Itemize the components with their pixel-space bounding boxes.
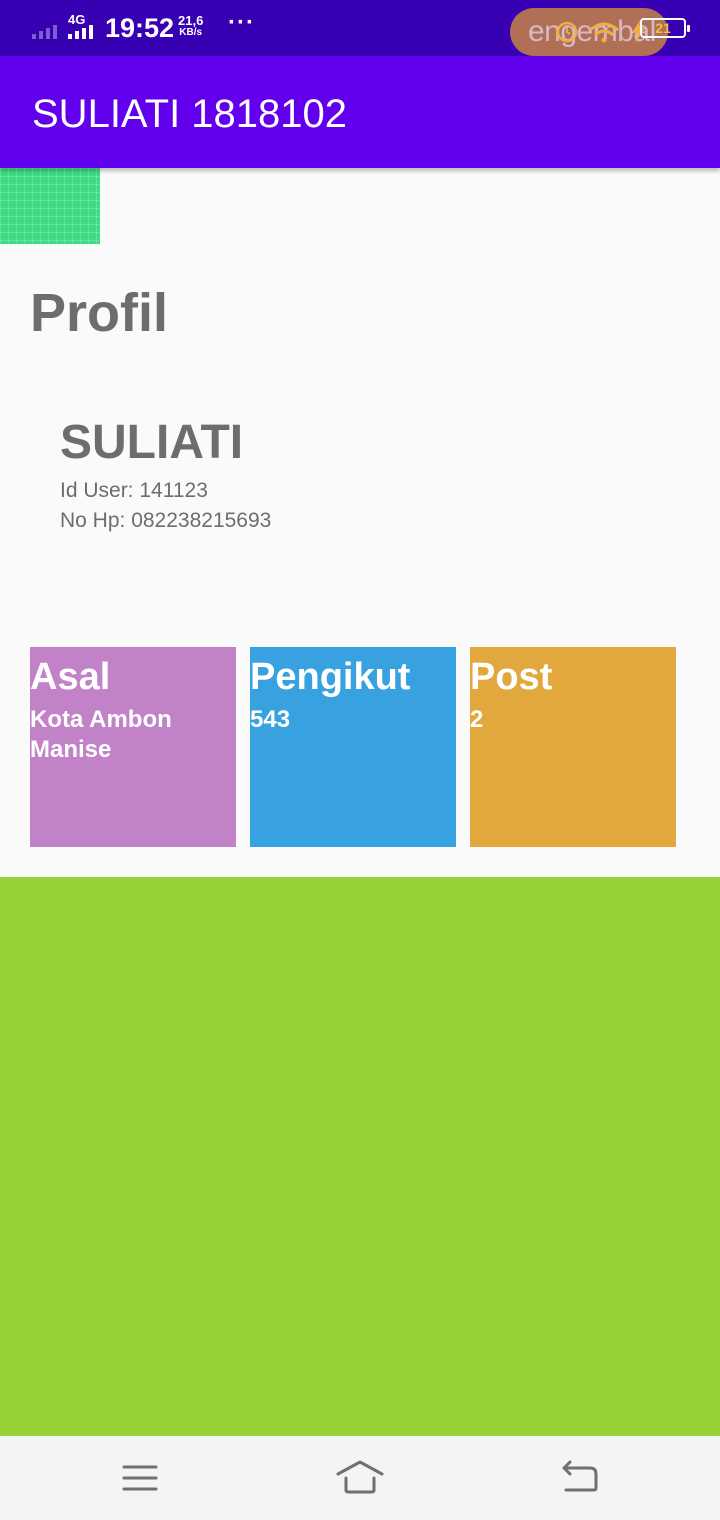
speed-value: 21,6 <box>178 13 204 28</box>
back-icon[interactable] <box>556 1456 604 1500</box>
tile-post: Post 2 <box>470 647 676 847</box>
page-title: Profil <box>30 283 169 343</box>
tile-value: 543 <box>250 706 291 733</box>
tile-title: Post <box>470 656 553 698</box>
app-title: SULIATI 1818102 <box>32 92 348 136</box>
tile-pengikut: Pengikut 543 <box>250 647 456 847</box>
tile-value: Kota Ambon Manise <box>30 706 172 763</box>
tile-title: Asal <box>30 656 111 698</box>
user-id-text: Id User: 141123 <box>60 479 208 502</box>
app-bar: SULIATI 1818102 <box>0 56 720 168</box>
network-speed: 21,6 KB/s <box>178 14 203 39</box>
home-icon[interactable] <box>336 1456 384 1500</box>
signal-icon: 4G <box>32 14 93 39</box>
speed-unit: KB/s <box>179 27 203 38</box>
tile-title: Pengikut <box>250 656 411 698</box>
battery-icon: 21 <box>640 18 690 38</box>
profile-image-placeholder <box>0 168 100 244</box>
more-notifications-icon: ··· <box>228 9 255 36</box>
clock: 19:52 <box>105 13 175 43</box>
menu-icon[interactable] <box>116 1456 164 1500</box>
network-type: 4G <box>68 14 85 27</box>
tile-asal: Asal Kota Ambon Manise <box>30 647 236 847</box>
green-panel <box>0 877 720 1436</box>
status-bar: 4G 19:52 21,6 KB/s ··· engembal 21 <box>0 0 720 56</box>
phone-number-text: No Hp: 082238215693 <box>60 509 272 532</box>
tile-value: 2 <box>470 706 484 733</box>
profile-name: SULIATI <box>60 416 244 469</box>
navigation-bar <box>0 1436 720 1520</box>
